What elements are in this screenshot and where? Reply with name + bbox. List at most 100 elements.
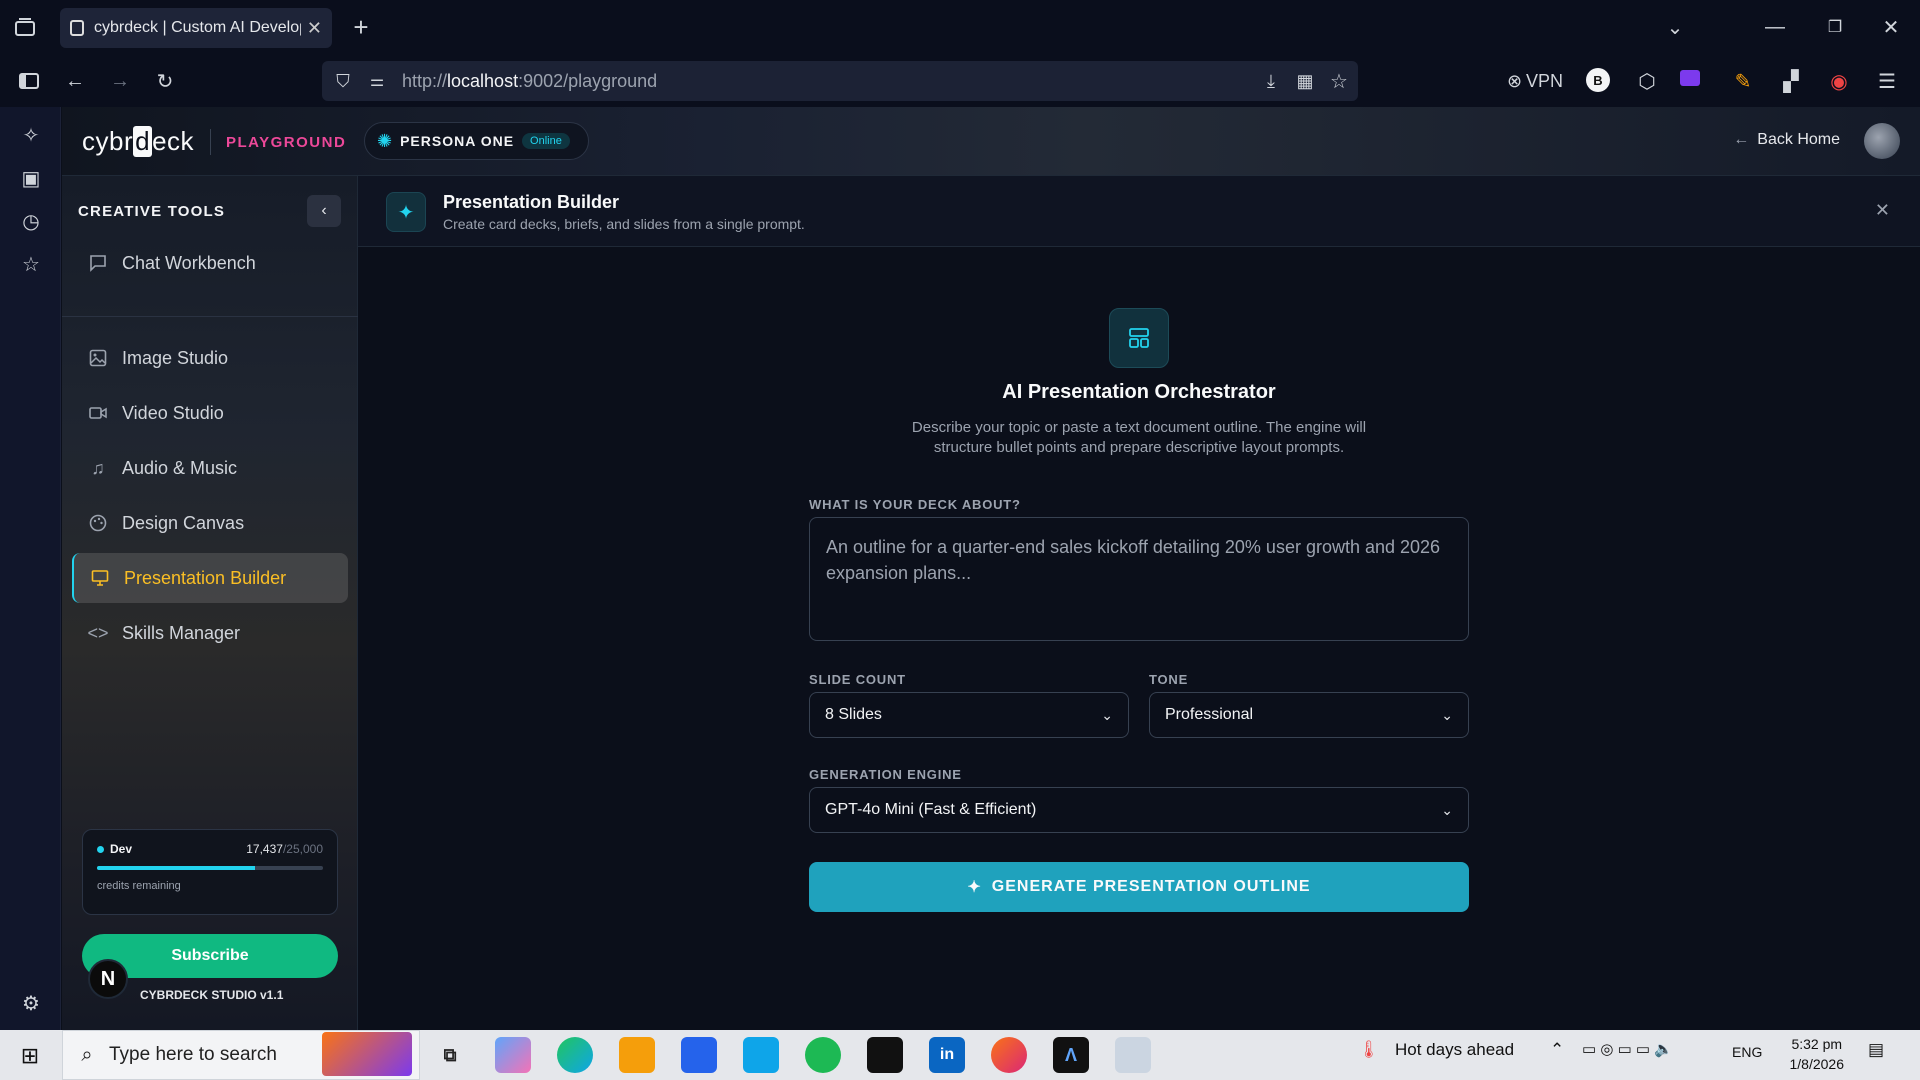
cybrdeck-logo[interactable]: cybrdeck <box>82 126 194 157</box>
tab-overview-icon[interactable] <box>10 12 40 42</box>
extensions-puzzle-icon[interactable]: ⬡ <box>1632 66 1662 96</box>
linkedin-icon[interactable]: in <box>929 1037 965 1073</box>
browser-settings-gear-icon[interactable]: ⚙ <box>16 988 46 1018</box>
persona-icon: ✺ <box>377 130 393 151</box>
forward-arrow-icon[interactable]: → <box>105 66 135 96</box>
persona-name: PERSONA ONE <box>400 133 515 149</box>
generation-engine-select[interactable]: GPT-4o Mini (Fast & Efficient) ⌄ <box>809 787 1469 833</box>
slide-count-label: SLIDE COUNT <box>809 672 906 687</box>
windows-start-icon[interactable]: ⊞ <box>14 1040 46 1072</box>
sidebar-item-presentation-builder[interactable]: Presentation Builder <box>72 553 348 603</box>
search-icon: ⌕ <box>81 1043 93 1066</box>
menu-hamburger-icon[interactable]: ☰ <box>1872 66 1902 96</box>
clock-date: 1/8/2026 <box>1789 1056 1845 1072</box>
extension-b-icon[interactable]: B <box>1586 68 1610 92</box>
back-home-link[interactable]: ← Back Home <box>1733 131 1840 149</box>
system-clock[interactable]: 5:32 pm 1/8/2026 <box>1790 1034 1845 1074</box>
vpn-button[interactable]: ⊗ VPN <box>1502 66 1568 96</box>
sidebar-item-chat-workbench[interactable]: Chat Workbench <box>72 238 348 288</box>
tone-select[interactable]: Professional ⌄ <box>1149 692 1469 738</box>
task-view-icon[interactable]: ⧉ <box>432 1037 468 1073</box>
firefox-icon[interactable] <box>991 1037 1027 1073</box>
download-icon[interactable]: ⤓ <box>1256 66 1286 96</box>
user-avatar[interactable]: N <box>88 959 128 999</box>
search-highlight-image <box>322 1032 412 1076</box>
browser-sidebar <box>0 107 61 1030</box>
status-badge: Online <box>522 133 570 149</box>
sidebar-item-design-canvas[interactable]: Design Canvas <box>72 498 348 548</box>
tab-title: cybrdeck | Custom AI Developm <box>94 19 301 36</box>
sidebar-item-image-studio[interactable]: Image Studio <box>72 333 348 383</box>
shield-icon[interactable]: ⛉ <box>330 66 356 96</box>
figma-icon[interactable] <box>867 1037 903 1073</box>
page-title: AI Presentation Orchestrator <box>1002 381 1276 403</box>
tone-label: TONE <box>1149 672 1189 687</box>
presentation-icon <box>90 568 110 588</box>
bookmark-star-icon[interactable]: ☆ <box>1324 66 1354 96</box>
restore-icon[interactable]: ❐ <box>1820 12 1850 42</box>
slide-count-select[interactable]: 8 Slides ⌄ <box>809 692 1129 738</box>
slide-count-value: 8 Slides <box>825 706 882 723</box>
qr-code-icon[interactable]: ▦ <box>1290 66 1320 96</box>
ai-sparkle-icon[interactable]: ✧ <box>16 120 46 150</box>
collapse-sidebar-button[interactable]: ‹ <box>307 195 341 227</box>
deck-topic-textarea[interactable]: An outline for a quarter-end sales kicko… <box>809 517 1469 641</box>
page-favicon-icon <box>70 20 84 36</box>
close-icon[interactable]: ✕ <box>1875 200 1890 221</box>
edge-icon[interactable] <box>557 1037 593 1073</box>
engine-value: GPT-4o Mini (Fast & Efficient) <box>825 801 1037 818</box>
window-close-icon[interactable]: ✕ <box>1876 12 1906 42</box>
tray-chevron-up-icon[interactable]: ⌃ <box>1550 1040 1564 1060</box>
avatar[interactable] <box>1864 123 1900 159</box>
sidebar-item-skills-manager[interactable]: <> Skills Manager <box>72 608 348 658</box>
status-dot-icon <box>97 845 104 853</box>
app-header: cybrdeck PLAYGROUND ✺ PERSONA ONE Online… <box>62 107 1920 176</box>
store-icon[interactable] <box>681 1037 717 1073</box>
sidebar-bookmarks-icon[interactable]: ▣ <box>16 163 46 193</box>
extension-purple-icon[interactable] <box>1680 70 1700 86</box>
sidebar-item-video-studio[interactable]: Video Studio <box>72 388 348 438</box>
tray-icons[interactable]: ▭ ◎ ▭ ▭ 🔈 <box>1582 1040 1673 1058</box>
music-icon: ♫ <box>91 457 105 478</box>
back-arrow-icon[interactable]: ← <box>60 66 90 96</box>
paint-app-icon[interactable] <box>1115 1037 1151 1073</box>
sidebar-item-audio-music[interactable]: ♫ Audio & Music <box>72 443 348 493</box>
section-label: PLAYGROUND <box>226 134 347 151</box>
site-permissions-icon[interactable]: ⚌ <box>364 66 390 96</box>
chat-icon <box>88 253 108 273</box>
sidebar-item-label: Video Studio <box>122 402 224 423</box>
generate-outline-button[interactable]: ✦ GENERATE PRESENTATION OUTLINE <box>809 862 1469 912</box>
persona-selector[interactable]: ✺ PERSONA ONE Online <box>364 122 589 160</box>
credits-panel: Dev 17,437/25,000 credits remaining <box>82 829 338 915</box>
url-path: :9002/playground <box>518 70 658 91</box>
url-host: localhost <box>447 70 519 91</box>
list-tabs-chevron-icon[interactable]: ⌄ <box>1660 12 1690 42</box>
tab-close-icon[interactable]: ✕ <box>307 18 322 39</box>
notifications-icon[interactable]: ▤ <box>1868 1040 1884 1060</box>
favorites-star-icon[interactable]: ☆ <box>16 249 46 279</box>
screenshot-icon[interactable]: ◉ <box>1824 66 1854 96</box>
chevron-down-icon: ⌄ <box>1441 801 1453 818</box>
extension-notification-icon[interactable]: ✎ <box>1728 66 1758 96</box>
minimize-icon[interactable]: — <box>1760 12 1790 42</box>
vpn-icon: ⊗ <box>1506 70 1523 91</box>
file-explorer-icon[interactable] <box>619 1037 655 1073</box>
language-indicator[interactable]: ENG <box>1732 1044 1762 1060</box>
weather-text[interactable]: Hot days ahead <box>1395 1040 1514 1060</box>
history-clock-icon[interactable]: ◷ <box>16 206 46 236</box>
address-bar[interactable]: http://localhost:9002/playground <box>322 61 1358 101</box>
back-home-label: Back Home <box>1757 131 1840 148</box>
spotify-icon[interactable] <box>805 1037 841 1073</box>
header-divider <box>210 129 211 155</box>
sidebar-toggle-icon[interactable] <box>14 66 44 96</box>
image-icon <box>88 348 108 368</box>
browser-tab[interactable]: cybrdeck | Custom AI Developm ✕ <box>60 8 332 48</box>
apps-grid-icon[interactable]: ▞ <box>1776 66 1806 96</box>
outlook-icon[interactable] <box>743 1037 779 1073</box>
new-tab-icon[interactable]: + <box>346 12 376 42</box>
reload-icon[interactable]: ↻ <box>150 66 180 96</box>
vpn-label: VPN <box>1526 70 1564 91</box>
clock-time: 5:32 pm <box>1791 1036 1843 1052</box>
arc-app-icon[interactable]: Λ <box>1053 1037 1089 1073</box>
copilot-icon[interactable] <box>495 1037 531 1073</box>
